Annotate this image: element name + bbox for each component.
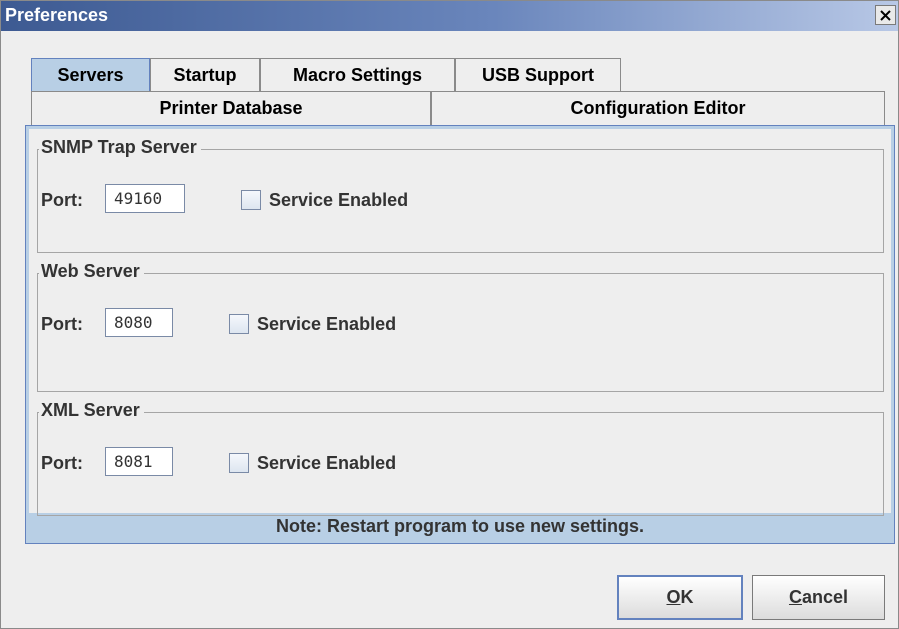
cancel-button[interactable]: Cancel <box>752 575 885 620</box>
port-label: Port: <box>41 190 83 210</box>
group-title: SNMP Trap Server <box>39 137 201 158</box>
restart-note: Note: Restart program to use new setting… <box>275 516 645 536</box>
xml-port-field[interactable]: 8081 <box>105 447 173 476</box>
port-label: Port: <box>41 453 83 473</box>
ok-label-rest: K <box>680 587 694 607</box>
cancel-label-rest: ancel <box>801 587 849 607</box>
tab-configuration-editor[interactable]: Configuration Editor <box>431 91 885 125</box>
tab-label: Printer Database <box>159 98 303 118</box>
tab-printer-database[interactable]: Printer Database <box>31 91 431 125</box>
ok-button[interactable]: OK <box>617 575 743 620</box>
group-title: Web Server <box>39 261 144 282</box>
web-port-field[interactable]: 8080 <box>105 308 173 337</box>
tab-label: Configuration Editor <box>570 98 746 118</box>
preferences-dialog: Preferences Servers Startup Macro Settin… <box>0 0 899 629</box>
port-label: Port: <box>41 314 83 334</box>
xml-service-enabled-checkbox[interactable] <box>229 453 249 473</box>
window-title: Preferences <box>5 5 109 25</box>
snmp-service-enabled-checkbox[interactable] <box>241 190 261 210</box>
tab-label: Macro Settings <box>292 64 423 85</box>
tab-startup[interactable]: Startup <box>150 58 260 91</box>
servers-tab-panel: SNMP Trap Server Port: 49160 Service Ena… <box>25 125 895 544</box>
cancel-mnemonic: C <box>788 587 802 607</box>
tab-servers[interactable]: Servers <box>31 58 150 91</box>
checkbox-label: Service Enabled <box>257 453 397 473</box>
tab-label: Startup <box>173 64 237 85</box>
tab-usb-support[interactable]: USB Support <box>455 58 621 91</box>
group-title: XML Server <box>39 400 144 421</box>
snmp-trap-server-group: SNMP Trap Server Port: 49160 Service Ena… <box>37 137 884 253</box>
web-server-group: Web Server Port: 8080 Service Enabled <box>37 261 884 392</box>
close-icon <box>880 9 891 21</box>
xml-server-group: XML Server Port: 8081 Service Enabled <box>37 400 884 516</box>
checkbox-label: Service Enabled <box>269 190 409 210</box>
ok-mnemonic: O <box>666 587 681 607</box>
servers-panel-body: SNMP Trap Server Port: 49160 Service Ena… <box>29 129 891 516</box>
title-bar[interactable]: Preferences <box>1 1 898 31</box>
web-service-enabled-checkbox[interactable] <box>229 314 249 334</box>
snmp-port-field[interactable]: 49160 <box>105 184 185 213</box>
tab-label: USB Support <box>482 64 594 85</box>
tab-label: Servers <box>57 64 124 85</box>
tab-macro-settings[interactable]: Macro Settings <box>260 58 455 91</box>
close-button[interactable] <box>875 5 896 25</box>
checkbox-label: Service Enabled <box>257 314 397 334</box>
